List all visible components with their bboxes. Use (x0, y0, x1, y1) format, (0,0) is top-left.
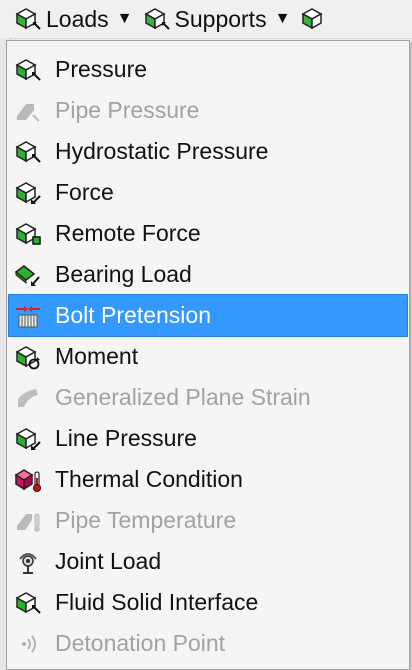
line-pressure-icon (13, 425, 43, 453)
menu-item-label: Thermal Condition (55, 466, 243, 492)
loads-dropdown-menu: Pressure Pipe Pressure Hydrostatic Press… (6, 40, 410, 670)
menu-item-generalized-plane-strain: Generalized Plane Strain (7, 377, 409, 418)
menu-item-label: Pipe Pressure (55, 97, 200, 123)
supports-dropdown-button[interactable]: Supports ▼ (143, 0, 291, 38)
menu-item-pipe-temperature: Pipe Temperature (7, 500, 409, 541)
menu-item-label: Joint Load (55, 548, 162, 574)
menu-item-joint-load[interactable]: Joint Load (7, 541, 409, 582)
menu-item-label: Pipe Temperature (55, 507, 237, 533)
toolbar: Loads ▼ Supports ▼ (0, 0, 412, 39)
thermal-condition-icon (13, 466, 43, 494)
supports-label: Supports (174, 5, 267, 32)
menu-item-label: Line Pressure (55, 425, 197, 451)
pipe-pressure-icon (13, 97, 43, 125)
menu-item-label: Hydrostatic Pressure (55, 138, 269, 164)
menu-item-label: Bolt Pretension (55, 302, 211, 328)
menu-item-force[interactable]: Force (7, 172, 409, 213)
joint-load-icon (13, 548, 43, 576)
menu-item-label: Bearing Load (55, 261, 192, 287)
menu-item-thermal-condition[interactable]: Thermal Condition (7, 459, 409, 500)
menu-item-pipe-pressure: Pipe Pressure (7, 90, 409, 131)
loads-label: Loads (46, 5, 109, 32)
moment-icon (13, 343, 43, 371)
remote-force-icon (13, 220, 43, 248)
menu-item-hydrostatic-pressure[interactable]: Hydrostatic Pressure (7, 131, 409, 172)
bearing-load-icon (13, 261, 43, 289)
conditions-icon (300, 6, 328, 32)
fluid-solid-interface-icon (13, 589, 43, 617)
menu-item-pressure[interactable]: Pressure (7, 49, 409, 90)
menu-item-label: Pressure (55, 56, 148, 82)
force-icon (13, 179, 43, 207)
conditions-dropdown-button[interactable] (300, 0, 328, 38)
menu-item-label: Generalized Plane Strain (55, 384, 311, 410)
menu-item-label: Remote Force (55, 220, 201, 246)
menu-item-label: Fluid Solid Interface (55, 589, 259, 615)
menu-item-label: Moment (55, 343, 139, 369)
menu-item-detonation-point: Detonation Point (7, 623, 409, 664)
pressure-icon (13, 56, 43, 84)
bolt-pretension-icon (13, 302, 43, 330)
detonation-point-icon (13, 630, 43, 658)
loads-chevron-down-icon: ▼ (116, 10, 133, 27)
menu-item-remote-force[interactable]: Remote Force (7, 213, 409, 254)
menu-item-line-pressure[interactable]: Line Pressure (7, 418, 409, 459)
menu-item-fluid-solid-interface[interactable]: Fluid Solid Interface (7, 582, 409, 623)
menu-item-moment[interactable]: Moment (7, 336, 409, 377)
supports-chevron-down-icon: ▼ (274, 10, 291, 27)
generalized-plane-strain-icon (13, 384, 43, 412)
loads-dropdown-button[interactable]: Loads ▼ (14, 0, 133, 38)
menu-item-bolt-pretension[interactable]: Bolt Pretension (8, 294, 408, 337)
pipe-temperature-icon (13, 507, 43, 535)
menu-item-bearing-load[interactable]: Bearing Load (7, 254, 409, 295)
supports-icon (143, 6, 171, 32)
menu-item-label: Detonation Point (55, 630, 226, 656)
loads-icon (14, 6, 42, 32)
menu-item-label: Force (55, 179, 114, 205)
hydrostatic-pressure-icon (13, 138, 43, 166)
